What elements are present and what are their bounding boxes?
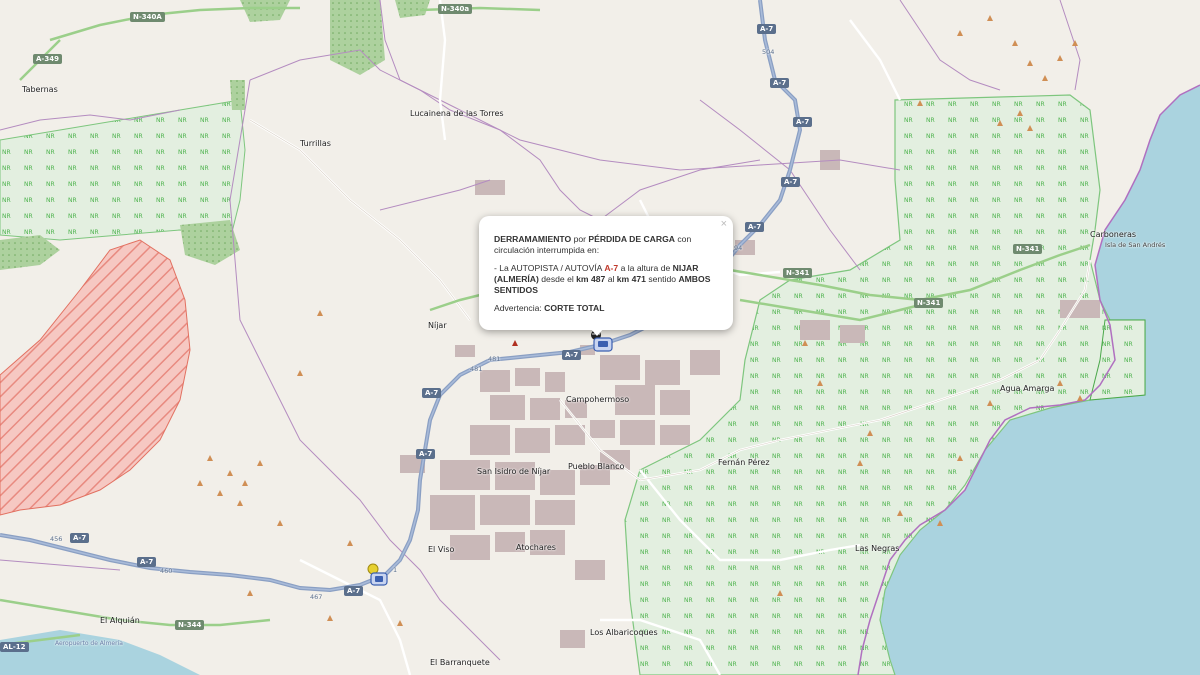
incident-popup: × DERRAMAMIENTO por PÉRDIDA DE CARGA con…: [479, 216, 733, 330]
road-number: 460: [160, 567, 173, 575]
road-shield: A-7: [137, 557, 157, 567]
road-number: 456: [50, 535, 63, 543]
road-shield: A-7: [793, 117, 813, 127]
incident-text: - La AUTOPISTA / AUTOVÍA: [494, 263, 605, 273]
incident-summary: DERRAMAMIENTO por PÉRDIDA DE CARGA con c…: [494, 234, 718, 256]
road-shield: A-7: [757, 24, 777, 34]
forest-patch: [330, 0, 385, 75]
place-label: Lucainena de las Torres: [410, 109, 504, 118]
roadwork-marker-icon[interactable]: [365, 563, 389, 587]
road-shield: A-7: [770, 78, 790, 88]
place-label: Níjar: [428, 321, 447, 330]
place-label: Turrillas: [300, 139, 331, 148]
incident-location: - La AUTOPISTA / AUTOVÍA A-7 a la altura…: [494, 263, 718, 296]
km-end: km 471: [616, 274, 646, 284]
place-label: Isla de San Andrés: [1105, 241, 1166, 249]
place-label: Los Albaricoques: [590, 628, 658, 637]
forest-patch: [230, 80, 245, 110]
road-number: 1: [393, 566, 398, 574]
road-shield: A-7: [70, 533, 90, 543]
incident-type: DERRAMAMIENTO: [494, 234, 572, 244]
road-number: 94: [734, 244, 743, 252]
road-shield: N-340A: [130, 12, 165, 22]
road-shield: AL-12: [0, 642, 29, 652]
road-shield: A-7: [562, 350, 582, 360]
incident-cause: PÉRDIDA DE CARGA: [588, 234, 675, 244]
road-shield: A-349: [33, 54, 62, 64]
warning-value: CORTE TOTAL: [544, 303, 605, 313]
place-label: Pueblo Blanco: [568, 462, 625, 471]
road-number: 481: [488, 355, 501, 363]
close-icon[interactable]: ×: [721, 219, 727, 230]
road-number: 481: [470, 365, 483, 373]
road-number: 504: [762, 48, 775, 56]
place-label: Tabernas: [22, 85, 58, 94]
road-shield: N-344: [175, 620, 205, 630]
incident-warning: Advertencia: CORTE TOTAL: [494, 303, 718, 314]
place-label: El Barranquete: [430, 658, 490, 667]
place-label: El Alquián: [100, 616, 140, 625]
place-label: Carboneras: [1090, 230, 1137, 239]
road-name: A-7: [604, 263, 619, 273]
road-shield: A-7: [344, 586, 364, 596]
popup-tip: [590, 328, 604, 336]
incident-text: sentido: [645, 274, 679, 284]
place-label: Atochares: [516, 543, 556, 552]
road-shield: N-341: [1013, 244, 1043, 254]
incident-text: desde el: [538, 274, 577, 284]
place-label: Agua Amarga: [1000, 384, 1055, 393]
km-start: km 487: [576, 274, 606, 284]
incident-text: por: [571, 234, 589, 244]
place-label: Campohermoso: [566, 395, 630, 404]
incident-text: a la altura de: [618, 263, 673, 273]
place-label: Fernán Pérez: [718, 458, 770, 467]
road-shield: N-340a: [438, 4, 473, 14]
road-shield: A-7: [745, 222, 765, 232]
road-shield: N-341: [783, 268, 813, 278]
road-shield: A-7: [422, 388, 442, 398]
place-label: Las Negras: [855, 544, 900, 553]
incident-text: al: [605, 274, 617, 284]
place-label: Aeropuerto de Almería: [55, 640, 123, 647]
place-label: El Viso: [428, 545, 455, 554]
road-shield: N-341: [914, 298, 944, 308]
road-shield: A-7: [416, 449, 436, 459]
warning-label: Advertencia:: [494, 303, 545, 313]
place-label: San Isidro de Níjar: [477, 467, 551, 476]
road-shield: A-7: [781, 177, 801, 187]
road-number: 467: [310, 593, 323, 601]
